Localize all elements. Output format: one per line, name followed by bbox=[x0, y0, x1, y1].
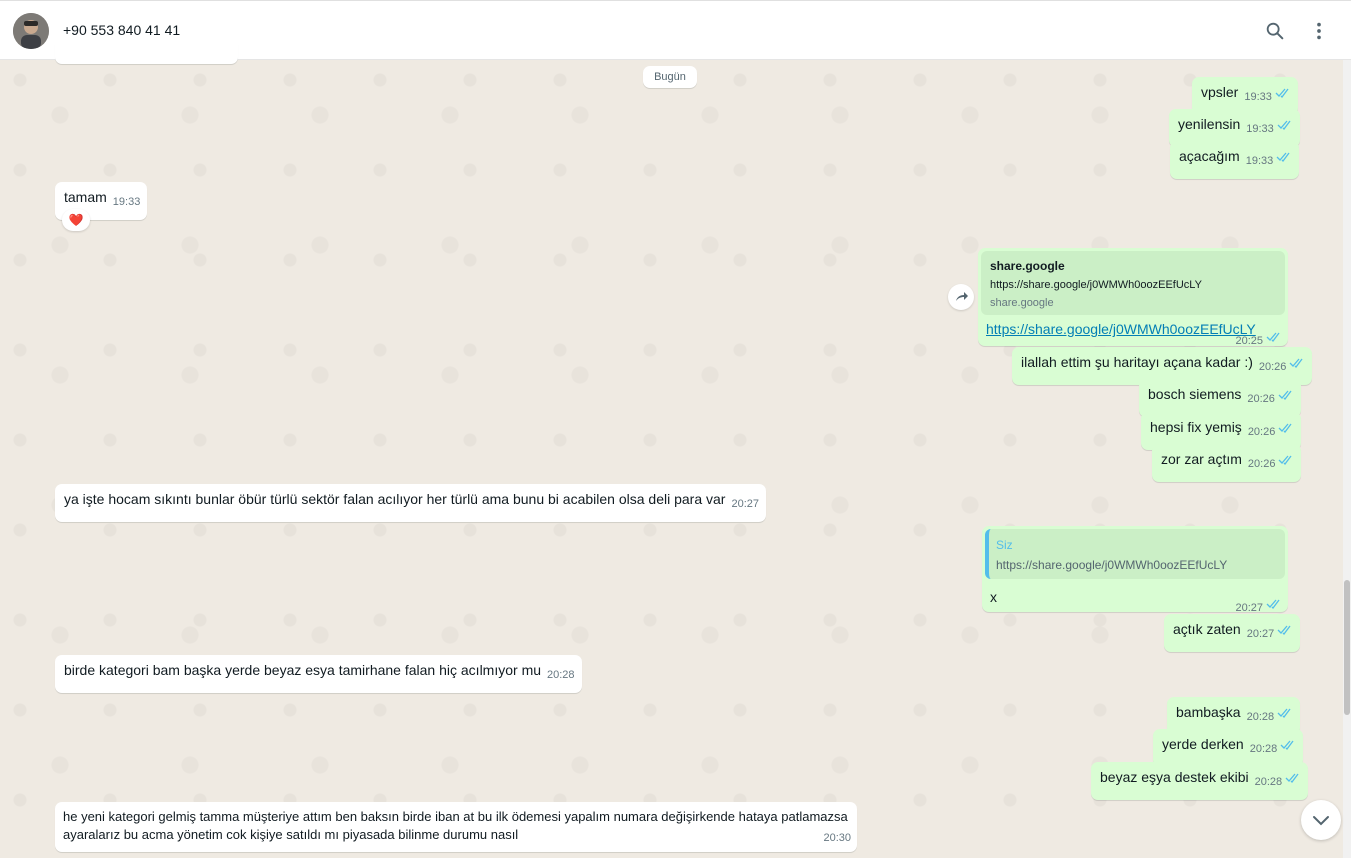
read-tick-icon bbox=[1285, 773, 1299, 783]
message-text: bosch siemens bbox=[1148, 386, 1242, 402]
message-time: 20:26 bbox=[1247, 458, 1276, 470]
message-text: x bbox=[990, 589, 997, 605]
message-text: açtık zaten bbox=[1173, 621, 1241, 637]
link-preview-domain: share.google bbox=[990, 297, 1054, 309]
chevron-down-icon bbox=[1313, 816, 1329, 826]
message-text: birde kategori bam başka yerde beyaz esy… bbox=[64, 662, 542, 678]
message-incoming[interactable]: birde kategori bam başka yerde beyaz esy… bbox=[55, 655, 582, 693]
message-incoming[interactable]: he yeni kategori gelmiş tamma müşteriye … bbox=[55, 802, 857, 852]
message-time: 20:26 bbox=[1247, 426, 1276, 438]
message-outgoing[interactable]: açtık zaten 20:27 bbox=[1164, 614, 1301, 652]
read-tick-icon bbox=[1266, 332, 1280, 342]
read-tick-icon bbox=[1278, 455, 1292, 465]
forward-icon[interactable] bbox=[948, 284, 974, 310]
message-time: 19:33 bbox=[112, 196, 141, 208]
message-outgoing-link[interactable]: share.google https://share.google/j0WMWh… bbox=[978, 248, 1288, 347]
link-preview-url: https://share.google/j0WMWh0oozEEfUcLY bbox=[990, 279, 1202, 291]
date-divider: Bugün bbox=[643, 66, 697, 88]
read-tick-icon bbox=[1276, 152, 1290, 162]
read-tick-icon bbox=[1278, 423, 1292, 433]
link-preview-title: share.google bbox=[990, 259, 1065, 273]
read-tick-icon bbox=[1280, 740, 1294, 750]
message-bubble-partial bbox=[55, 44, 238, 64]
message-text: tamam bbox=[64, 189, 107, 205]
read-tick-icon bbox=[1266, 599, 1280, 609]
message-text: he yeni kategori gelmiş tamma müşteriye … bbox=[63, 809, 848, 842]
message-text: yerde derken bbox=[1162, 736, 1244, 752]
read-tick-icon bbox=[1275, 88, 1289, 98]
message-link[interactable]: https://share.google/j0WMWh0oozEEfUcLY bbox=[986, 320, 1256, 339]
message-time: 20:30 bbox=[823, 832, 851, 844]
message-text: hepsi fix yemiş bbox=[1150, 419, 1242, 435]
message-text: ya işte hocam sıkıntı bunlar öbür türlü … bbox=[64, 491, 726, 507]
message-time: 20:26 bbox=[1247, 393, 1275, 405]
quoted-message[interactable]: Siz https://share.google/j0WMWh0oozEEfUc… bbox=[985, 529, 1285, 579]
message-text: yenilensin bbox=[1178, 116, 1241, 132]
scrollbar-thumb[interactable] bbox=[1344, 580, 1350, 715]
message-time: 20:28 bbox=[1254, 776, 1283, 788]
read-tick-icon bbox=[1277, 708, 1291, 718]
message-text: vpsler bbox=[1201, 84, 1239, 100]
message-time: 19:33 bbox=[1245, 155, 1274, 167]
message-outgoing[interactable]: açacağım 19:33 bbox=[1170, 141, 1300, 179]
message-incoming[interactable]: ya işte hocam sıkıntı bunlar öbür türlü … bbox=[55, 484, 766, 522]
message-text: açacağım bbox=[1179, 148, 1240, 164]
read-tick-icon bbox=[1277, 625, 1291, 635]
message-time: 20:28 bbox=[1249, 743, 1278, 755]
message-time: 20:28 bbox=[1246, 711, 1275, 723]
message-outgoing[interactable]: beyaz eşya destek ekibi 20:28 bbox=[1091, 762, 1309, 800]
read-tick-icon bbox=[1289, 358, 1303, 368]
message-time: 20:28 bbox=[547, 669, 575, 681]
message-time: 20:27 bbox=[731, 498, 759, 510]
message-text: bambaşka bbox=[1176, 704, 1241, 720]
chat-area bbox=[0, 60, 1343, 858]
message-text: beyaz eşya destek ekibi bbox=[1100, 769, 1249, 785]
avatar[interactable] bbox=[13, 13, 49, 49]
message-text: zor zar açtım bbox=[1161, 451, 1242, 467]
search-icon[interactable] bbox=[1264, 20, 1286, 42]
message-time: 20:27 bbox=[1246, 628, 1275, 640]
scrollbar[interactable] bbox=[1343, 60, 1351, 858]
menu-icon[interactable] bbox=[1308, 20, 1330, 42]
message-outgoing[interactable]: zor zar açtım 20:26 bbox=[1152, 444, 1302, 482]
scroll-to-bottom-button[interactable] bbox=[1301, 800, 1341, 840]
link-preview[interactable]: share.google https://share.google/j0WMWh… bbox=[981, 251, 1285, 315]
read-tick-icon bbox=[1277, 120, 1291, 130]
message-text: ilallah ettim şu haritayı açana kadar :) bbox=[1021, 354, 1253, 370]
contact-name[interactable]: +90 553 840 41 41 bbox=[63, 22, 180, 38]
message-time: 19:33 bbox=[1244, 91, 1272, 103]
heart-reaction[interactable]: ❤️ bbox=[62, 209, 90, 231]
quote-author: Siz bbox=[996, 538, 1013, 552]
message-time: 20:26 bbox=[1258, 361, 1287, 373]
message-outgoing-reply[interactable]: Siz https://share.google/j0WMWh0oozEEfUc… bbox=[982, 526, 1288, 614]
quote-text: https://share.google/j0WMWh0oozEEfUcLY bbox=[996, 558, 1228, 572]
read-tick-icon bbox=[1278, 390, 1292, 400]
message-time: 19:33 bbox=[1246, 123, 1274, 135]
